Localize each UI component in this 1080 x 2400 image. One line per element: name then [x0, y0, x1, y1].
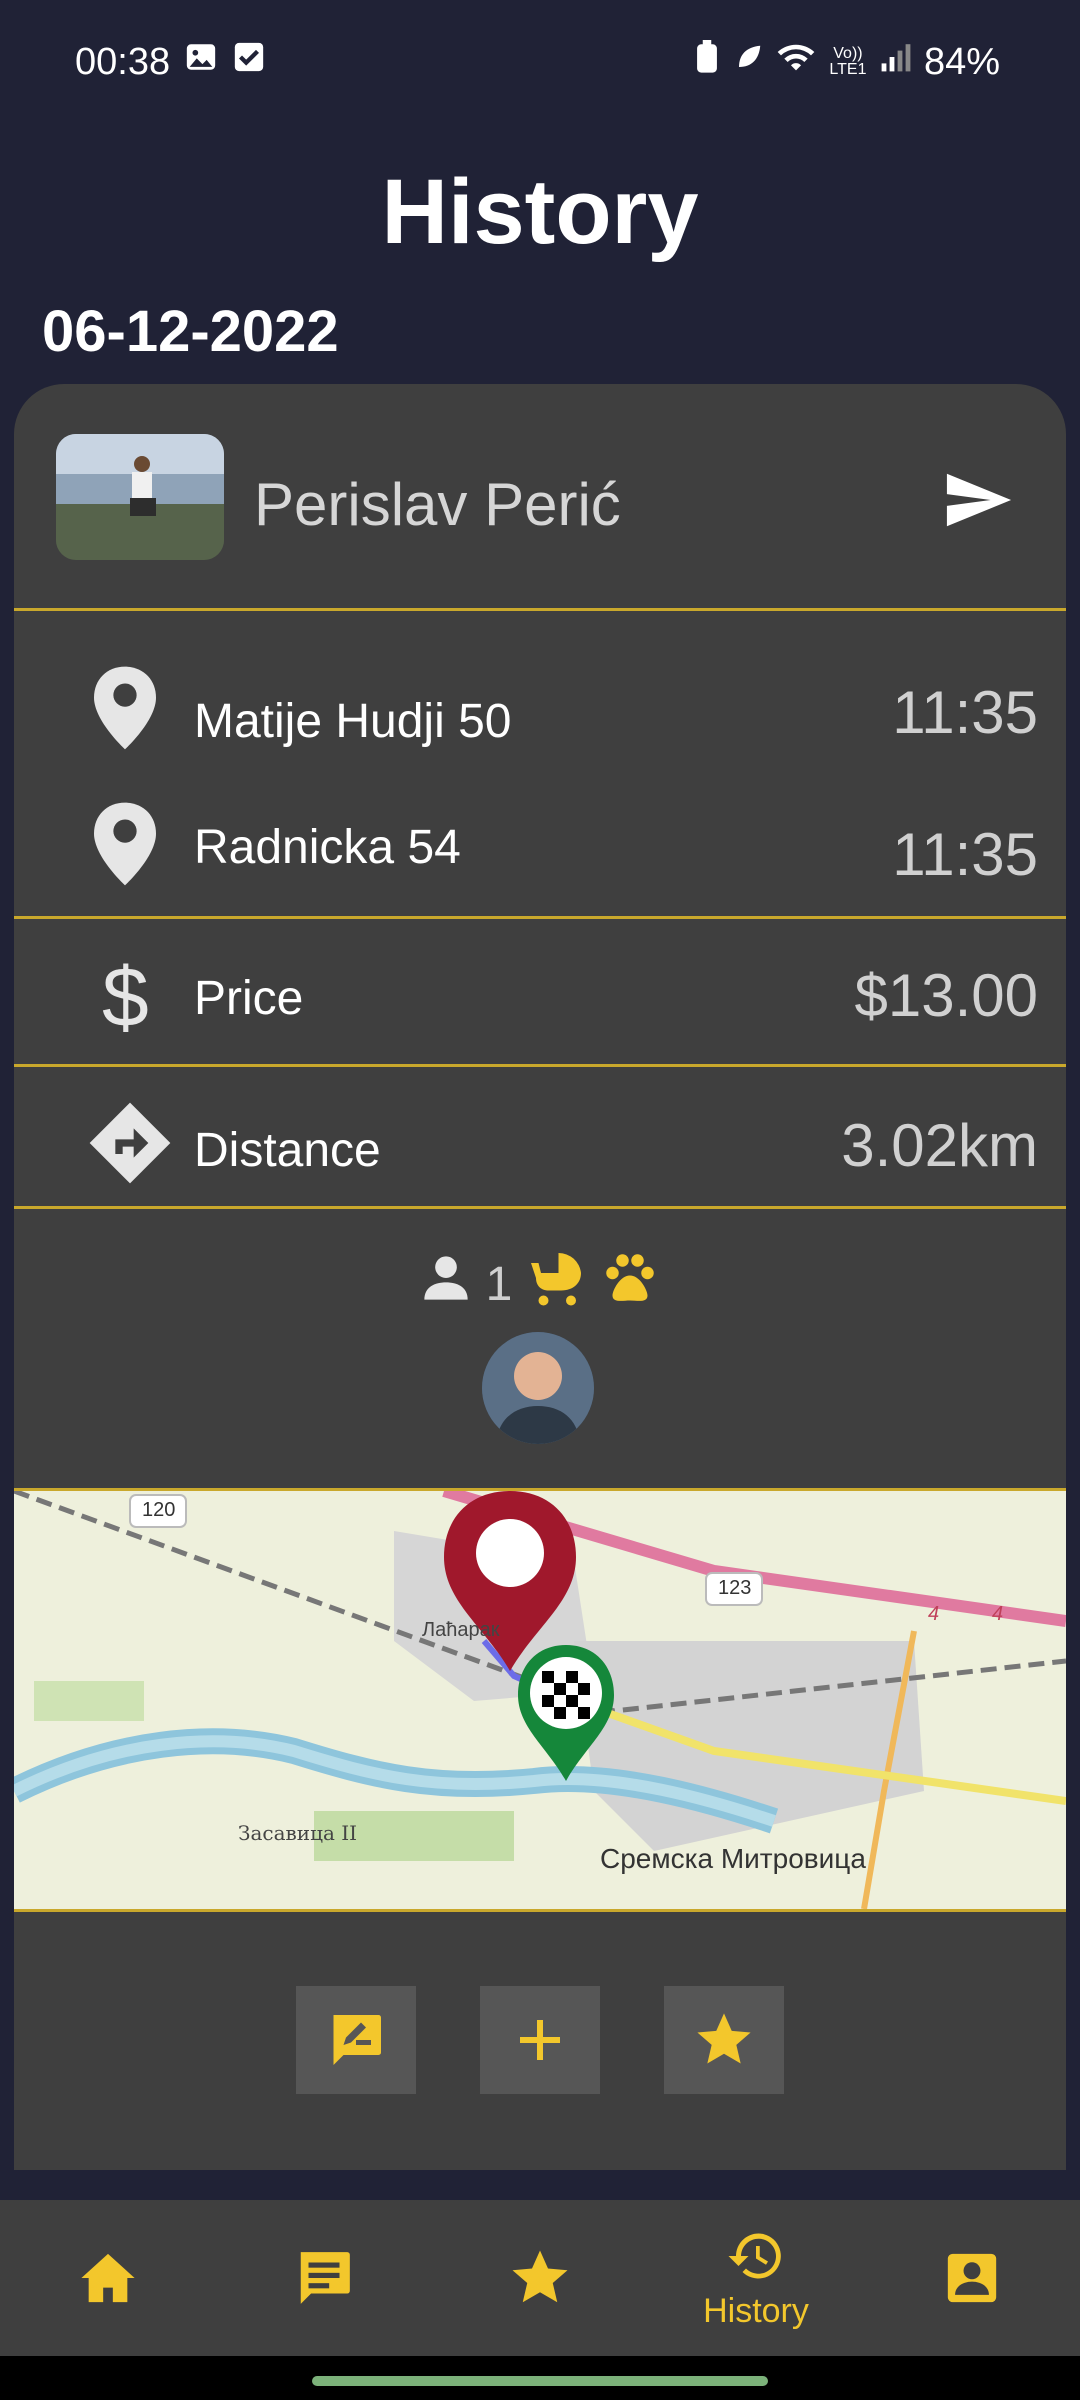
battery-percentage: 84%: [923, 40, 1000, 83]
battery-saver-icon: [692, 40, 722, 84]
home-icon: [81, 2253, 135, 2303]
route-map[interactable]: 120 123 4 4 Лаћарак Засавица II Сремска …: [14, 1488, 1066, 1912]
signal-icon: [880, 40, 912, 84]
map-label-village: Лаћарак: [422, 1619, 500, 1641]
driver-name: Perislav Perić: [254, 471, 621, 538]
checkbox-notification-icon: [232, 40, 266, 84]
nav-home[interactable]: [0, 2200, 216, 2356]
bottom-navigation: History: [0, 2200, 1080, 2356]
distance-row: Distance 3.02km: [14, 1067, 1066, 1207]
map-label-road-123: 123: [718, 1577, 752, 1599]
chat-icon: [300, 2252, 350, 2304]
network-type-label: Vo)) LTE1: [829, 45, 867, 78]
gallery-notification-icon: [184, 40, 218, 84]
status-right: Vo)) LTE1 84%: [692, 40, 1000, 84]
home-gesture-bar[interactable]: [312, 2376, 768, 2386]
price-label: Price: [194, 972, 304, 1025]
eco-leaf-icon: [734, 40, 764, 84]
send-icon: [946, 473, 1012, 527]
gesture-area: [0, 2356, 1080, 2400]
rate-review-icon: [333, 2015, 381, 2065]
passenger-avatar: [482, 1332, 594, 1444]
pet-paw-icon: [600, 1248, 660, 1320]
send-message-button[interactable]: [944, 470, 1014, 530]
status-time: 00:38: [75, 40, 171, 83]
page-title: History: [381, 161, 699, 263]
rate-comment-button[interactable]: [296, 1986, 416, 2094]
nav-history-label: History: [703, 2291, 809, 2330]
pickup-time: 11:35: [892, 679, 1038, 746]
trip-date: 06-12-2022: [42, 299, 339, 364]
distance-label: Distance: [194, 1124, 381, 1177]
contact-card-icon: [947, 2253, 997, 2303]
map-label-road-4: 4: [992, 1603, 1004, 1625]
map-label-road-4: 4: [928, 1603, 940, 1625]
trip-actions: [14, 1986, 1066, 2094]
price-row: $ Price $13.00: [14, 919, 1066, 1065]
wifi-icon: [776, 40, 816, 84]
favorite-button[interactable]: [664, 1986, 784, 2094]
pickup-address: Matije Hudji 50: [194, 695, 512, 748]
nav-profile[interactable]: [864, 2200, 1080, 2356]
status-bar: 00:38 Vo)) LTE1 84%: [0, 0, 1080, 120]
add-button[interactable]: [480, 1986, 600, 2094]
nav-messages[interactable]: [216, 2200, 432, 2356]
nav-history[interactable]: History: [648, 2200, 864, 2356]
pickup-row: Matije Hudji 50 11:35: [14, 610, 1066, 760]
map-label-road-120: 120: [142, 1499, 176, 1521]
extras-line: 1: [14, 1248, 1066, 1320]
dropoff-address: Radnicka 54: [194, 821, 461, 874]
stroller-icon: [526, 1248, 586, 1320]
distance-value: 3.02km: [841, 1112, 1038, 1179]
person-icon: [420, 1252, 472, 1316]
driver-row: Perislav Perić: [14, 384, 1066, 610]
checkered-flag-icon: [530, 1657, 602, 1729]
map-label-city: Сремска Митровица: [600, 1843, 866, 1874]
divider: [14, 1206, 1066, 1209]
history-icon: [728, 2233, 781, 2278]
dropoff-row: Radnicka 54 11:35: [14, 760, 1066, 900]
nav-favorites[interactable]: [432, 2200, 648, 2356]
dropoff-time: 11:35: [892, 821, 1038, 888]
dollar-icon: $: [102, 950, 149, 1044]
star-icon: [512, 2250, 568, 2303]
directions-icon: [86, 1099, 174, 1192]
price-value: $13.00: [854, 962, 1038, 1029]
driver-photo: [56, 434, 224, 560]
status-left: 00:38: [75, 40, 266, 84]
plus-icon: [520, 2020, 560, 2060]
location-pin-icon: [94, 666, 156, 755]
map-label-zasavica: Засавица II: [238, 1821, 358, 1845]
passenger-count: 1: [485, 1257, 513, 1311]
star-icon: [697, 2013, 751, 2064]
location-pin-icon: [94, 802, 156, 891]
trip-history-card: Perislav Perić Matije Hudji 50 11:35 Rad…: [14, 384, 1066, 2170]
